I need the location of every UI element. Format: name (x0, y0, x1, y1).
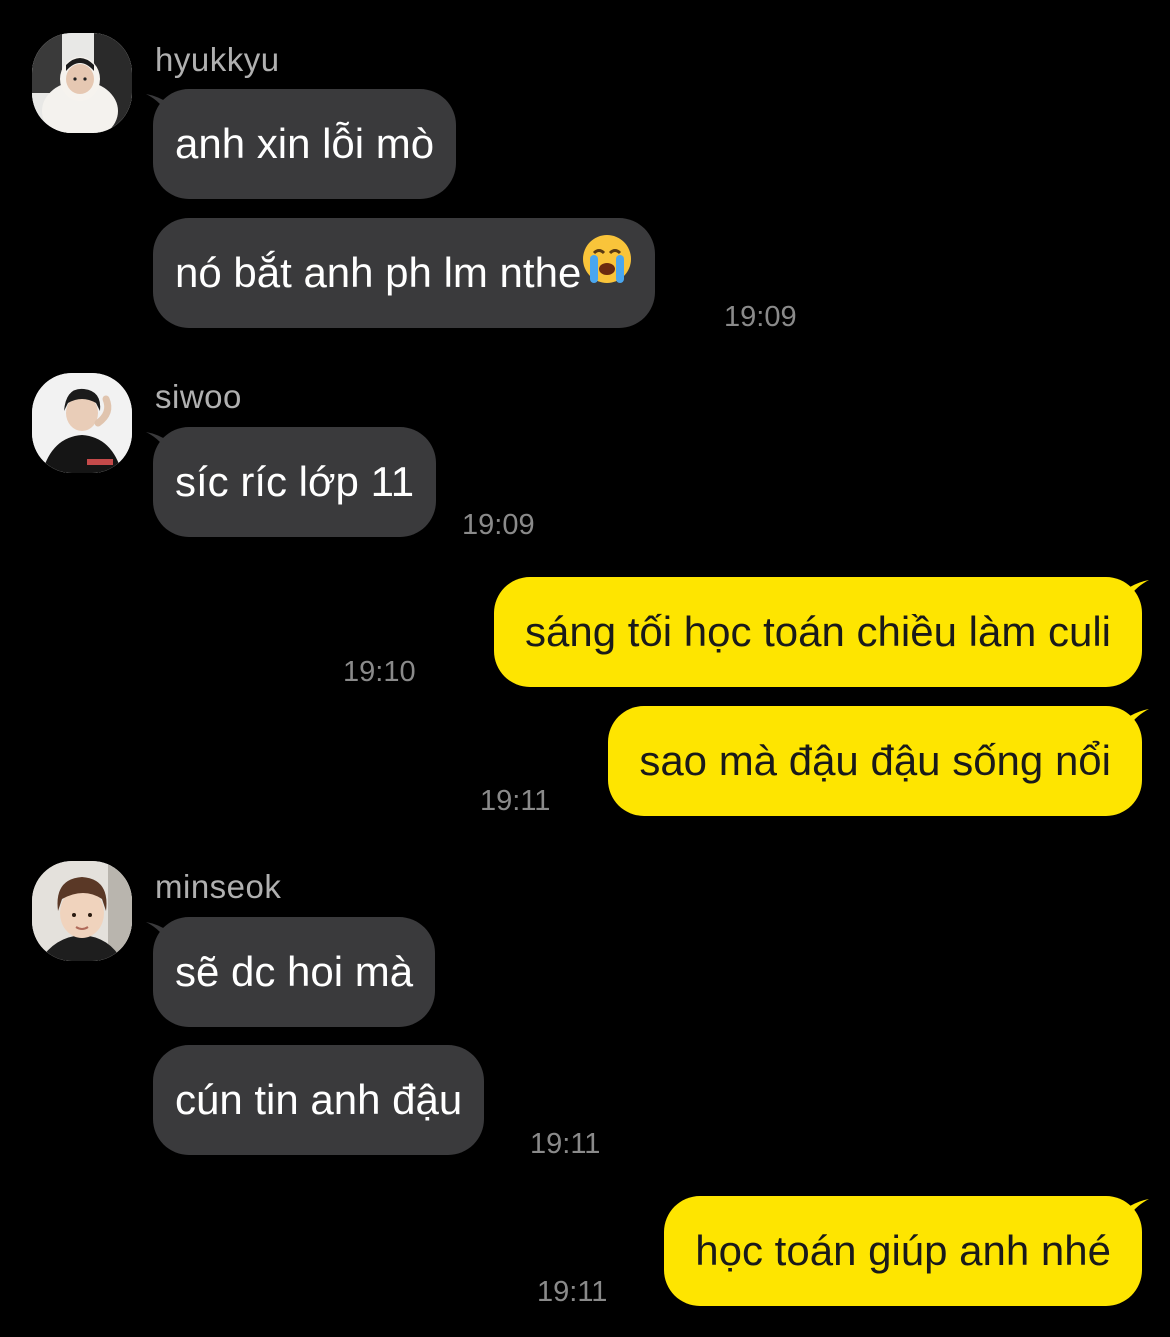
message-text: cún tin anh đậu (175, 1076, 463, 1123)
message-text: sao mà đậu đậu sống nổi (639, 737, 1111, 784)
message-text: nó bắt anh ph lm nthe (175, 249, 582, 296)
message-bubble[interactable]: học toán giúp anh nhé (664, 1196, 1142, 1306)
sender-name: minseok (155, 868, 282, 905)
message-text: sáng tối học toán chiều làm culi (524, 608, 1111, 655)
sender-name: siwoo (155, 378, 242, 415)
message-text: anh xin lỗi mò (175, 120, 435, 167)
timestamp: 19:09 (462, 509, 535, 541)
message-bubble[interactable]: nó bắt anh ph lm nthe (153, 216, 656, 328)
timestamp: 19:10 (343, 656, 416, 688)
timestamp: 19:11 (530, 1128, 601, 1160)
loudly-crying-face-icon (581, 216, 633, 326)
message-bubble[interactable]: sẽ dc hoi mà (153, 917, 436, 1027)
message-bubble[interactable]: cún tin anh đậu (153, 1045, 485, 1155)
message-text: sẽ dc hoi mà (175, 948, 414, 995)
timestamp: 19:11 (537, 1276, 608, 1308)
message-bubble[interactable]: sao mà đậu đậu sống nổi (608, 706, 1142, 816)
message-text: síc ríc lớp 11 (175, 458, 415, 505)
timestamp: 19:09 (724, 301, 797, 333)
message-bubble[interactable]: síc ríc lớp 11 (153, 427, 437, 537)
message-text: học toán giúp anh nhé (695, 1227, 1111, 1274)
hyukkyu-avatar[interactable] (32, 33, 132, 133)
sender-name: hyukkyu (155, 41, 280, 78)
message-bubble[interactable]: sáng tối học toán chiều làm culi (493, 577, 1142, 687)
minseok-avatar[interactable] (32, 861, 132, 961)
message-bubble[interactable]: anh xin lỗi mò (153, 89, 457, 199)
timestamp: 19:11 (480, 785, 551, 817)
siwoo-avatar[interactable] (32, 373, 132, 473)
